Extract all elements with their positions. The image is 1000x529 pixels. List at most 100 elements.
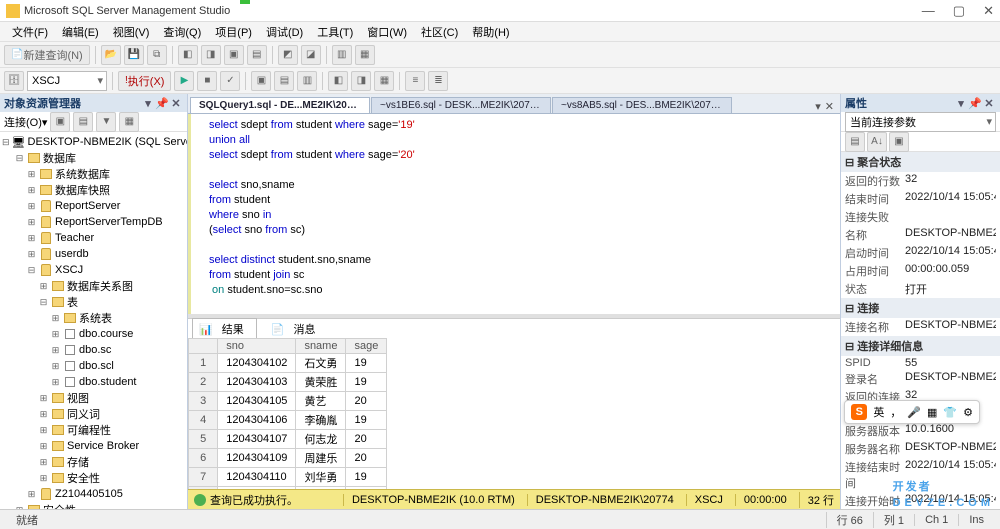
- table-row[interactable]: 31204304105黄艺20: [189, 392, 387, 411]
- systables-node[interactable]: ⊞系统表: [0, 310, 187, 326]
- databases-node[interactable]: ⊟数据库: [0, 150, 187, 166]
- dropdown-icon[interactable]: ▾: [141, 97, 155, 110]
- userdb-node[interactable]: ⊞userdb: [0, 246, 187, 262]
- connect-button[interactable]: 连接(O)▾: [4, 114, 47, 130]
- table-student[interactable]: ⊞dbo.student: [0, 374, 187, 390]
- menu-project[interactable]: 项目(P): [209, 22, 258, 42]
- teacher-node[interactable]: ⊞Teacher: [0, 230, 187, 246]
- tab-2[interactable]: ~vs1BE6.sql - DESK...ME2IK\20774 (53))*: [371, 97, 551, 113]
- dbsnap-node[interactable]: ⊞数据库快照: [0, 182, 187, 198]
- tab-dropdown-icon[interactable]: ▾: [815, 100, 821, 113]
- tables-node[interactable]: ⊟表: [0, 294, 187, 310]
- close-panel-icon[interactable]: ✕: [169, 97, 183, 110]
- menu-query[interactable]: 查询(Q): [157, 22, 207, 42]
- reportserver-node[interactable]: ⊞ReportServer: [0, 198, 187, 214]
- close-button[interactable]: ✕: [983, 3, 994, 19]
- cat-connection[interactable]: ⊟连接: [841, 298, 1000, 318]
- tbtn-save[interactable]: 💾: [124, 45, 144, 65]
- menu-help[interactable]: 帮助(H): [466, 22, 515, 42]
- tbtn-db-icon[interactable]: 🗄: [4, 71, 24, 91]
- tbtn-q3[interactable]: ▥: [297, 71, 317, 91]
- tbtn-2[interactable]: ◨: [201, 45, 221, 65]
- tbtn-q1[interactable]: ▣: [251, 71, 271, 91]
- tbtn-1[interactable]: ◧: [178, 45, 198, 65]
- properties-grid[interactable]: ⊟聚合状态 返回的行数32 结束时间2022/10/14 15:05:44 连接…: [841, 152, 1000, 509]
- ime-gear-icon[interactable]: ⚙: [963, 406, 973, 419]
- prop-pin-icon[interactable]: 📌: [968, 97, 982, 110]
- prop-dropdown-icon[interactable]: ▾: [954, 97, 968, 110]
- tbtn-4[interactable]: ▤: [247, 45, 267, 65]
- menu-view[interactable]: 视图(V): [107, 22, 156, 42]
- ime-skin-icon[interactable]: 👕: [943, 406, 957, 419]
- tbtn-6[interactable]: ◪: [301, 45, 321, 65]
- ime-pad-icon[interactable]: ▦: [927, 406, 937, 419]
- tbtn-8[interactable]: ▦: [355, 45, 375, 65]
- maximize-button[interactable]: ▢: [953, 3, 965, 19]
- tbtn-q6[interactable]: ▦: [374, 71, 394, 91]
- new-query-button[interactable]: 📄 新建查询(N): [4, 45, 90, 65]
- oe-btn-4[interactable]: ▦: [119, 112, 139, 132]
- menu-tools[interactable]: 工具(T): [311, 22, 359, 42]
- messages-tab[interactable]: 📄 消息: [265, 319, 328, 339]
- tab-1[interactable]: SQLQuery1.sql - DE...ME2IK\20774 (55))*: [190, 97, 370, 113]
- menu-bar[interactable]: 文件(F) 编辑(E) 视图(V) 查询(Q) 项目(P) 调试(D) 工具(T…: [0, 22, 1000, 42]
- properties-combo[interactable]: 当前连接参数: [845, 112, 996, 132]
- menu-community[interactable]: 社区(C): [415, 22, 464, 42]
- oe-btn-3[interactable]: ▼: [96, 112, 116, 132]
- menu-edit[interactable]: 编辑(E): [56, 22, 105, 42]
- menu-window[interactable]: 窗口(W): [361, 22, 413, 42]
- table-row[interactable]: 21204304103黄荣胜19: [189, 373, 387, 392]
- server-node[interactable]: ⊟🖥DESKTOP-NBME2IK (SQL Server 10.0.160: [0, 134, 187, 150]
- minimize-button[interactable]: —: [922, 3, 935, 19]
- ime-toolbar[interactable]: S 英 ， 🎤 ▦ 👕 ⚙: [844, 400, 980, 424]
- sysdb-node[interactable]: ⊞系统数据库: [0, 166, 187, 182]
- results-grid[interactable]: snosnamesage11204304102石文勇1921204304103黄…: [188, 338, 840, 489]
- diagrams-node[interactable]: ⊞数据库关系图: [0, 278, 187, 294]
- menu-file[interactable]: 文件(F): [6, 22, 54, 42]
- database-combo[interactable]: XSCJ: [27, 71, 107, 91]
- prop-btn-3[interactable]: ▣: [889, 132, 909, 152]
- execute-button[interactable]: ! 执行(X): [118, 71, 171, 91]
- stop-button[interactable]: ■: [197, 71, 217, 91]
- tab-close-icon[interactable]: ✕: [825, 100, 834, 113]
- programmability-node[interactable]: ⊞可编程性: [0, 422, 187, 438]
- ime-punct[interactable]: ，: [890, 404, 901, 420]
- servicebroker-node[interactable]: ⊞Service Broker: [0, 438, 187, 454]
- object-tree[interactable]: ⊟🖥DESKTOP-NBME2IK (SQL Server 10.0.160 ⊟…: [0, 132, 187, 509]
- tab-3[interactable]: ~vs8AB5.sql - DES...BME2IK\20774 (52)): [552, 97, 732, 113]
- table-scl[interactable]: ⊞dbo.scl: [0, 358, 187, 374]
- tbtn-q7[interactable]: ≡: [405, 71, 425, 91]
- prop-btn-az[interactable]: A↓: [867, 132, 887, 152]
- storage-node[interactable]: ⊞存储: [0, 454, 187, 470]
- sql-editor[interactable]: select sdept from student where sage='19…: [188, 114, 840, 314]
- table-row[interactable]: 11204304102石文勇19: [189, 354, 387, 373]
- tbtn-5[interactable]: ◩: [278, 45, 298, 65]
- prop-btn-cat[interactable]: ▤: [845, 132, 865, 152]
- table-sc[interactable]: ⊞dbo.sc: [0, 342, 187, 358]
- tbtn-q4[interactable]: ◧: [328, 71, 348, 91]
- tbtn-q5[interactable]: ◨: [351, 71, 371, 91]
- prop-close-icon[interactable]: ✕: [982, 97, 996, 110]
- oe-btn-1[interactable]: ▣: [50, 112, 70, 132]
- table-row[interactable]: 41204304106李确胤19: [189, 411, 387, 430]
- security-node[interactable]: ⊞安全性: [0, 502, 187, 509]
- parse-button[interactable]: ✓: [220, 71, 240, 91]
- tbtn-q8[interactable]: ≣: [428, 71, 448, 91]
- menu-debug[interactable]: 调试(D): [260, 22, 309, 42]
- db-security-node[interactable]: ⊞安全性: [0, 470, 187, 486]
- xscj-node[interactable]: ⊟XSCJ: [0, 262, 187, 278]
- tbtn-saveall[interactable]: ⧉: [147, 45, 167, 65]
- table-course[interactable]: ⊞dbo.course: [0, 326, 187, 342]
- ime-mic-icon[interactable]: 🎤: [907, 406, 921, 419]
- oe-btn-2[interactable]: ▤: [73, 112, 93, 132]
- debug-button[interactable]: ▶: [174, 71, 194, 91]
- tbtn-3[interactable]: ▣: [224, 45, 244, 65]
- z-node[interactable]: ⊞Z2104405105: [0, 486, 187, 502]
- reportservertmp-node[interactable]: ⊞ReportServerTempDB: [0, 214, 187, 230]
- table-row[interactable]: 71204304110刘华勇19: [189, 468, 387, 487]
- cat-aggregate[interactable]: ⊟聚合状态: [841, 152, 1000, 172]
- pin-icon[interactable]: 📌: [155, 97, 169, 110]
- tbtn-open[interactable]: 📂: [101, 45, 121, 65]
- synonyms-node[interactable]: ⊞同义词: [0, 406, 187, 422]
- cat-conndetails[interactable]: ⊟连接详细信息: [841, 336, 1000, 356]
